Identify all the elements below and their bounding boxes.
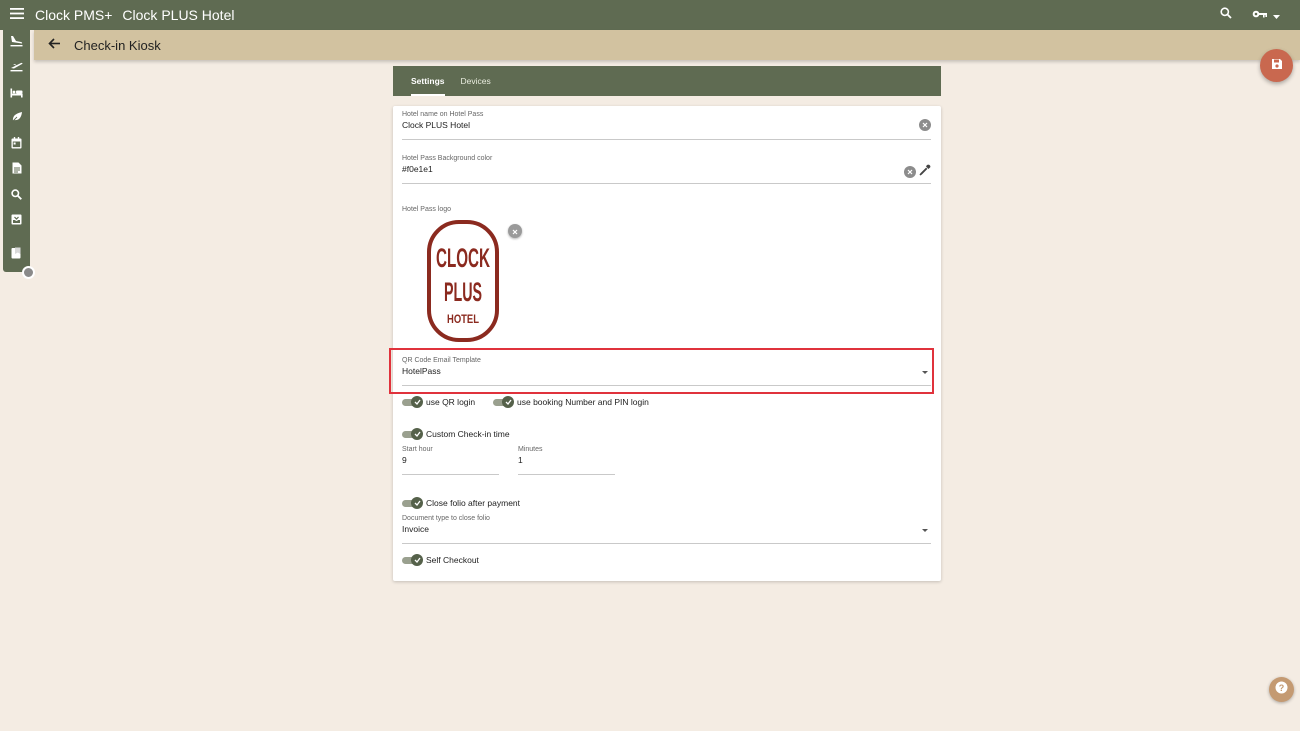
search-icon <box>1220 6 1232 24</box>
bg-color-input[interactable]: #f0e1e1 <box>402 164 931 174</box>
start-hour-label: Start hour <box>402 446 433 453</box>
toggle-switch[interactable] <box>493 396 514 408</box>
dropdown-arrow-icon <box>922 529 928 532</box>
chevron-down-icon <box>1273 6 1280 24</box>
bookmark-icon <box>11 246 22 264</box>
close-icon <box>512 222 518 240</box>
key-icon <box>1252 6 1268 24</box>
save-icon <box>1271 57 1283 75</box>
start-hour-field[interactable]: Start hour 9 <box>402 446 499 475</box>
back-button[interactable] <box>34 30 74 60</box>
inbox-icon <box>11 212 22 230</box>
toggle-self-checkout[interactable]: Self Checkout <box>402 554 479 566</box>
toggle-switch[interactable] <box>402 428 423 440</box>
toggle-booking-pin-login[interactable]: use booking Number and PIN login <box>493 396 649 408</box>
svg-text:?: ? <box>1279 682 1285 692</box>
toggle-label: Close folio after payment <box>426 498 521 508</box>
doc-type-select[interactable]: Document type to close folio Invoice <box>402 515 931 544</box>
tab-settings[interactable]: Settings <box>403 66 453 96</box>
toggle-custom-checkin-time[interactable]: Custom Check-in time <box>402 428 510 440</box>
leaf-icon <box>11 110 23 128</box>
start-hour-input[interactable]: 9 <box>402 455 499 465</box>
toggle-switch[interactable] <box>402 554 423 566</box>
sidebar-item-rooms[interactable] <box>3 81 30 107</box>
document-icon <box>12 161 22 179</box>
bg-color-label: Hotel Pass Background color <box>402 155 493 162</box>
tab-devices[interactable]: Devices <box>453 66 499 96</box>
qr-template-label: QR Code Email Template <box>402 357 481 364</box>
help-icon: ? <box>1275 681 1288 699</box>
help-button[interactable]: ? <box>1269 677 1294 702</box>
qr-template-value: HotelPass <box>402 366 441 376</box>
sidebar-item-calendar[interactable] <box>3 132 30 158</box>
hotel-name-input[interactable]: Clock PLUS Hotel <box>402 120 931 130</box>
app-title: Clock PMS+ <box>35 7 113 23</box>
clear-icon[interactable] <box>919 119 931 131</box>
hamburger-icon <box>10 6 24 24</box>
sidebar-item-documents[interactable] <box>3 158 30 184</box>
hotel-name-label: Hotel name on Hotel Pass <box>402 111 484 118</box>
bed-icon <box>10 85 23 103</box>
logo-label: Hotel Pass logo <box>402 206 452 213</box>
minutes-input[interactable]: 1 <box>518 455 615 465</box>
minutes-field[interactable]: Minutes 1 <box>518 446 615 475</box>
sidebar <box>3 30 30 272</box>
hotel-logo: CLOCK PLUS HOTEL <box>427 220 499 342</box>
arrow-back-icon <box>48 36 60 54</box>
account-menu-button[interactable] <box>1248 0 1284 30</box>
sidebar-item-bookmarks[interactable] <box>3 242 30 268</box>
sidebar-item-search[interactable] <box>3 183 30 209</box>
toggle-switch[interactable] <box>402 497 423 509</box>
sidebar-item-inbox[interactable] <box>3 209 30 235</box>
hotel-name[interactable]: Clock PLUS Hotel <box>122 7 234 23</box>
hotel-name-field[interactable]: Hotel name on Hotel Pass Clock PLUS Hote… <box>402 111 931 140</box>
doc-type-value: Invoice <box>402 524 429 534</box>
toggle-qr-login[interactable]: use QR login <box>402 396 475 408</box>
arrivals-icon <box>10 34 23 52</box>
search-button[interactable] <box>1216 0 1236 30</box>
qr-template-select[interactable]: QR Code Email Template HotelPass <box>402 357 931 386</box>
sidebar-item-departures[interactable] <box>3 56 30 82</box>
sidebar-item-housekeeping[interactable] <box>3 107 30 133</box>
sidebar-collapse-badge[interactable] <box>22 266 35 279</box>
clear-icon[interactable] <box>904 166 916 178</box>
toggle-label: use booking Number and PIN login <box>517 397 649 407</box>
eyedropper-icon[interactable] <box>919 163 931 181</box>
page-header: Check-in Kiosk <box>34 30 1300 60</box>
save-button[interactable] <box>1260 49 1293 82</box>
calendar-icon <box>11 136 22 154</box>
remove-logo-button[interactable] <box>508 224 522 238</box>
bg-color-field[interactable]: Hotel Pass Background color #f0e1e1 <box>402 155 931 184</box>
search-icon <box>11 187 22 205</box>
toggle-label: use QR login <box>426 397 476 407</box>
doc-type-label: Document type to close folio <box>402 515 490 522</box>
toggle-label: Custom Check-in time <box>426 429 510 439</box>
menu-button[interactable] <box>0 0 34 30</box>
dropdown-arrow-icon <box>922 371 928 374</box>
sidebar-item-arrivals[interactable] <box>3 30 30 56</box>
departures-icon <box>10 59 23 77</box>
settings-card: Hotel name on Hotel Pass Clock PLUS Hote… <box>389 106 941 581</box>
top-app-bar: Clock PMS+ Clock PLUS Hotel <box>0 0 1300 30</box>
toggle-label: Self Checkout <box>426 555 479 565</box>
logo-text-clock: CLOCK <box>436 243 490 273</box>
tabs-bar: Settings Devices <box>393 66 941 96</box>
page-title: Check-in Kiosk <box>74 37 161 53</box>
minutes-label: Minutes <box>518 446 543 453</box>
toggle-close-folio[interactable]: Close folio after payment <box>402 497 520 509</box>
toggle-switch[interactable] <box>402 396 423 408</box>
logo-text-plus: PLUS <box>444 277 482 307</box>
logo-text-hotel: HOTEL <box>447 312 479 326</box>
